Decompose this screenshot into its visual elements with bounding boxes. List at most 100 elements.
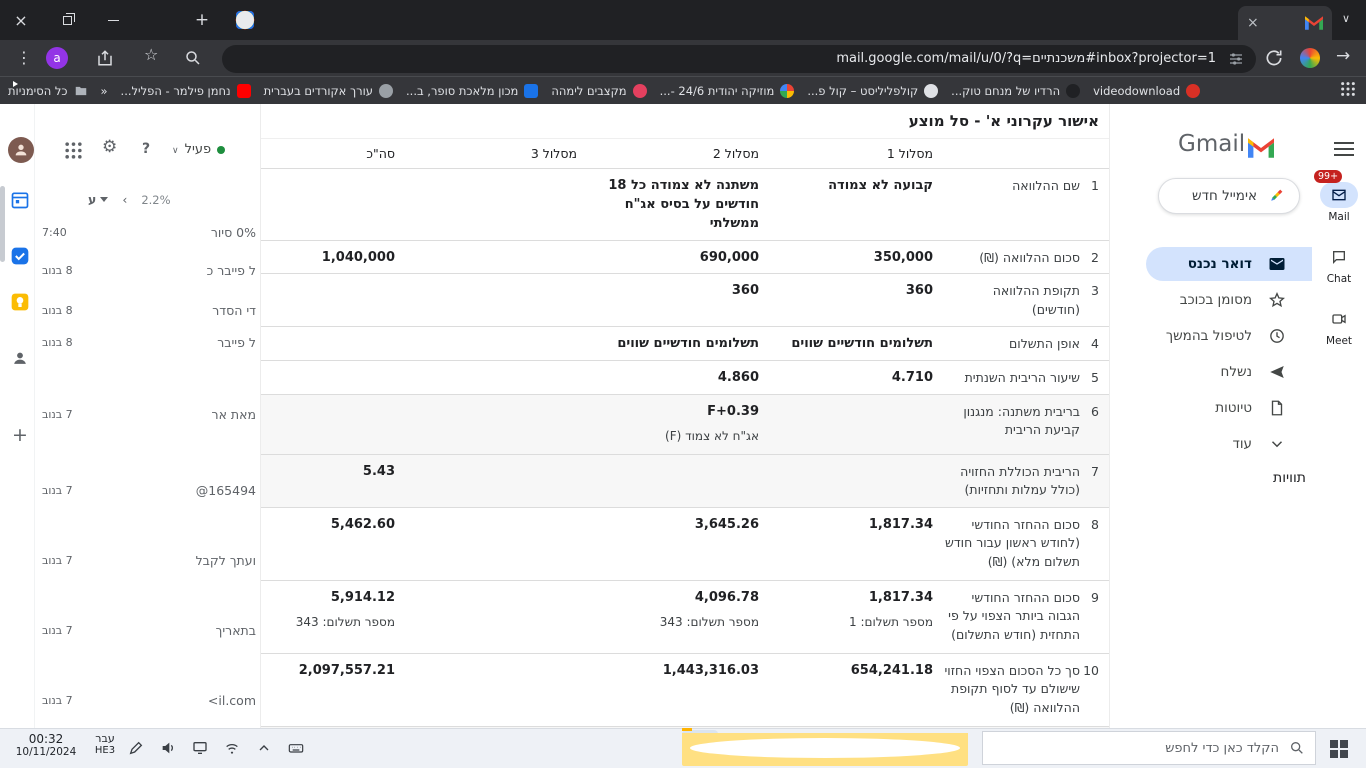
sidebar-item-clock[interactable]: לטיפול בהמשך xyxy=(1146,319,1312,353)
bookmarks-list: כל הסימניות « נחמן פילמר - הפליל... עורך אק… xyxy=(8,77,1201,104)
window-close-button[interactable] xyxy=(8,7,34,33)
sidebar-item-draft[interactable]: טיוטות xyxy=(1146,391,1312,425)
value-cell: 5,914.12 מספר תשלום: 343 xyxy=(261,581,419,636)
active-tab-gmail[interactable] xyxy=(1238,6,1332,40)
tab-light[interactable] xyxy=(236,11,254,29)
language-indicator[interactable]: עבר HE3 xyxy=(86,732,124,756)
start-button[interactable] xyxy=(1330,740,1348,758)
search-filters-icon[interactable] xyxy=(1228,51,1244,67)
cell-value: 4,096.78 xyxy=(694,589,759,605)
menu-kebab-icon[interactable] xyxy=(16,48,32,67)
extension-avatar[interactable]: a xyxy=(46,47,68,69)
tasks-icon[interactable] xyxy=(10,246,30,266)
bookmark-item[interactable]: הרדיו של מנחם טוק... xyxy=(951,83,1081,98)
keep-icon[interactable] xyxy=(10,292,30,312)
panel-divider xyxy=(34,104,35,728)
cell-value: 690,000 xyxy=(699,249,759,265)
contacts-icon[interactable] xyxy=(10,348,30,368)
email-list-item[interactable]: 7 בנוב בתאריך xyxy=(42,620,256,640)
sidebar-item-inbox[interactable]: דואר נכנס xyxy=(1146,247,1312,281)
hamburger-menu-icon[interactable] xyxy=(1334,142,1354,158)
bookmark-item[interactable]: מקצבים לימהה xyxy=(551,83,647,98)
value-cell: 654,241.18 xyxy=(767,654,939,687)
pen-icon[interactable] xyxy=(128,740,144,756)
corner-cell xyxy=(939,139,1109,153)
gmail-logo-icon xyxy=(1248,138,1274,158)
email-list-item[interactable]: 7 בנוב מאת אר xyxy=(42,404,256,424)
search-icon[interactable] xyxy=(184,49,202,67)
gmail-favicon xyxy=(1305,16,1323,30)
inbox-icon xyxy=(1268,255,1286,273)
apps-grid-icon[interactable] xyxy=(1340,81,1356,97)
value-cell xyxy=(261,274,419,288)
window-minimize-button[interactable] xyxy=(100,7,126,33)
profile-avatar[interactable] xyxy=(8,137,34,163)
bookmark-item[interactable]: מכון מלאכת סופר, ב... xyxy=(406,83,539,98)
window-restore-button[interactable] xyxy=(54,7,80,33)
sidebar-item-label: נשלח xyxy=(1220,364,1252,380)
clock[interactable]: 00:32 10/11/2024 xyxy=(8,732,84,758)
cell-subtext: מספר תשלום: 1 xyxy=(849,615,933,630)
value-cell xyxy=(767,395,939,409)
network-icon[interactable] xyxy=(224,740,240,756)
bookmark-star-icon[interactable] xyxy=(144,45,158,64)
bookmark-item[interactable]: כל הסימניות xyxy=(8,84,88,98)
email-snippet: 165494@ xyxy=(195,482,256,498)
sidebar-item-chevron-down[interactable]: עוד xyxy=(1146,427,1312,461)
address-bar[interactable]: mail.google.com/mail/u/0/?q=משכנתיים#inb… xyxy=(222,45,1256,73)
bookmark-label: עורך אקורדים בעברית xyxy=(263,83,374,98)
back-arrow-icon[interactable] xyxy=(1336,46,1350,66)
email-list-item[interactable]: 8 בנוב די הסדר xyxy=(42,300,256,320)
email-list-item[interactable]: 8 בנוב ל פייבר xyxy=(42,332,256,352)
taskbar-search-input[interactable]: הקלד כאן כדי לחפש xyxy=(982,731,1316,765)
rail-item-chat[interactable]: Chat xyxy=(1312,238,1366,300)
bookmark-item[interactable]: videodownload xyxy=(1093,83,1201,98)
email-list-item[interactable]: 7 בנוב ועתך לקבל xyxy=(42,550,256,570)
rail-item-meet[interactable]: Meet xyxy=(1312,300,1366,362)
value-cell: 4.710 xyxy=(767,361,939,394)
email-list-item[interactable]: 7 בנוב 165494@ xyxy=(42,480,256,500)
value-cell: F+0.39 אג"ח לא צמוד (F) xyxy=(585,395,767,450)
loan-table: מסלול 1 מסלול 2 מסלול 3 סה"כ 1 שם ההלוואה קבוע… xyxy=(261,138,1109,728)
sidebar-item-star[interactable]: מסומן בכוכב xyxy=(1146,283,1312,317)
reload-icon[interactable] xyxy=(1264,48,1284,68)
share-icon[interactable] xyxy=(96,49,114,67)
bookmark-item[interactable]: עורך אקורדים בעברית xyxy=(263,83,394,98)
email-date: 7 בנוב xyxy=(42,693,73,707)
calendar-icon[interactable] xyxy=(10,190,30,210)
row-label: 8 סכום ההחזר החודשי (לחודש ראשון עבור חוד… xyxy=(939,508,1109,578)
language-secondary: HE3 xyxy=(94,745,116,756)
cell-subtext: מספר תשלום: 343 xyxy=(295,615,395,630)
value-cell: 690,000 xyxy=(585,241,767,274)
compose-button[interactable]: אימייל חדש xyxy=(1158,178,1300,214)
email-list-item[interactable]: 7 בנוב il.com> xyxy=(42,690,256,710)
sidebar-item-label: מסומן בכוכב xyxy=(1179,292,1252,308)
value-cell: 4.860 xyxy=(585,361,767,394)
row-label-text: סך כל הסכום הצפוי החזוי שישולם עד לסוף ת… xyxy=(944,662,1080,716)
bookmark-item[interactable]: קולפליליסט – קול פ... xyxy=(807,83,939,98)
bookmark-item[interactable]: « xyxy=(101,84,108,98)
row-label: 3 תקופת ההלוואה (חודשים) xyxy=(939,274,1109,326)
email-date: 8 בנוב xyxy=(42,263,73,277)
display-icon[interactable] xyxy=(192,740,208,756)
tab-search-icon[interactable] xyxy=(1342,12,1350,25)
bookmark-item[interactable]: מוזיקה יהודית 24/6 -... xyxy=(660,83,795,98)
bookmark-item[interactable]: נחמן פילמר - הפליל... xyxy=(121,83,251,98)
email-list-item[interactable]: 8 בנוב ל פייבר כ xyxy=(42,260,256,280)
circle-icon xyxy=(924,83,939,98)
flower-icon xyxy=(780,83,795,98)
tab-close-icon[interactable] xyxy=(1247,15,1259,31)
scrollbar[interactable] xyxy=(0,186,5,262)
extension-icon[interactable] xyxy=(1300,48,1320,68)
value-cell xyxy=(419,395,585,409)
speaker-icon[interactable] xyxy=(160,740,176,756)
new-tab-button[interactable] xyxy=(190,8,214,32)
email-list-item[interactable]: 7:40 0% סיור xyxy=(42,222,256,242)
chevron-up-icon[interactable] xyxy=(256,740,272,756)
rail-item-mail[interactable]: 99+ Mail xyxy=(1312,170,1366,238)
screen: a mail.google.com/mail/u/0/?q=משכנתיים#i… xyxy=(0,0,1366,768)
keyboard-icon[interactable] xyxy=(288,740,304,756)
sidebar-item-send[interactable]: נשלח xyxy=(1146,355,1312,389)
email-list: 7:40 0% סיור 8 בנוב ל פייבר כ 8 בנוב די הסדר 8… xyxy=(36,104,258,728)
add-panel-icon[interactable] xyxy=(10,424,30,444)
